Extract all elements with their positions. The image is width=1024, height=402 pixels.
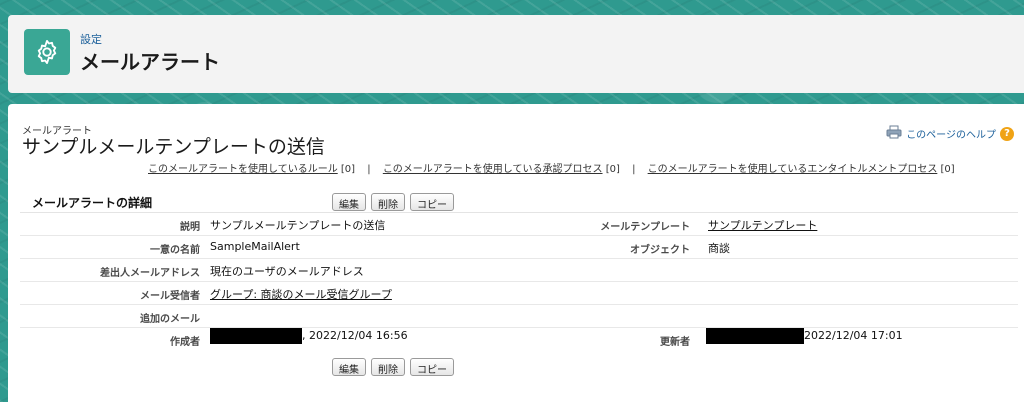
page-header: 設定 メールアラート <box>8 15 1024 93</box>
modified-by-value: 2022/12/04 17:01 <box>804 329 903 342</box>
copy-button[interactable]: コピー <box>410 193 454 211</box>
unique-name-value: SampleMailAlert <box>210 240 300 253</box>
description-label: 説明 <box>180 222 200 233</box>
detail-section: メールアラートの詳細 編集 削除 コピー 説明 サンプルメールテンプレートの送信… <box>20 184 1018 350</box>
related-link-rules-count: [0] <box>340 164 356 175</box>
detail-row: 差出人メールアドレス 現在のユーザのメールアドレス <box>20 259 1018 282</box>
detail-row: 一意の名前 SampleMailAlert オブジェクト 商談 <box>20 236 1018 259</box>
gear-icon <box>24 29 70 75</box>
recipients-label: メール受信者 <box>140 291 200 302</box>
top-button-bar: 編集 削除 コピー <box>332 193 454 211</box>
object-label: オブジェクト <box>630 245 690 256</box>
unique-name-label: 一意の名前 <box>150 245 200 256</box>
help-area: このページのヘルプ ? <box>886 124 1014 143</box>
header-subtitle[interactable]: 設定 <box>80 31 102 47</box>
from-address-value: 現在のユーザのメールアドレス <box>210 265 364 278</box>
from-address-label: 差出人メールアドレス <box>100 268 200 279</box>
copy-button[interactable]: コピー <box>410 358 454 376</box>
additional-emails-label: 追加のメール <box>140 314 200 325</box>
related-link-approvals[interactable]: このメールアラートを使用している承認プロセス <box>383 164 603 175</box>
main-content: メールアラート サンプルメールテンプレートの送信 このページのヘルプ ? このメ… <box>8 104 1024 402</box>
delete-button[interactable]: 削除 <box>371 358 405 376</box>
created-by-value: , 2022/12/04 16:56 <box>302 329 408 342</box>
modified-by-label: 更新者 <box>660 337 690 348</box>
template-label: メールテンプレート <box>600 222 690 233</box>
detail-title: メールアラートの詳細 <box>32 196 153 210</box>
created-by-value-wrap: , 2022/12/04 16:56 <box>210 328 408 344</box>
detail-row: 作成者 , 2022/12/04 16:56 更新者 2022/12/04 17… <box>20 328 1018 350</box>
link-separator: | <box>367 164 371 175</box>
edit-button[interactable]: 編集 <box>332 358 366 376</box>
related-link-approvals-count: [0] <box>605 164 620 175</box>
redacted-user-name <box>210 328 302 344</box>
template-link[interactable]: サンプルテンプレート <box>708 217 817 233</box>
related-links: このメールアラートを使用しているルール [0] | このメールアラートを使用して… <box>148 160 955 175</box>
related-link-rules[interactable]: このメールアラートを使用しているルール <box>148 164 338 175</box>
detail-row: メール受信者 グループ: 商談のメール受信グループ <box>20 282 1018 305</box>
created-by-label: 作成者 <box>170 337 200 348</box>
delete-button[interactable]: 削除 <box>371 193 405 211</box>
description-value: サンプルメールテンプレートの送信 <box>210 219 386 232</box>
header-title: メールアラート <box>80 50 220 74</box>
modified-by-value-wrap: 2022/12/04 17:01 <box>706 328 903 344</box>
edit-button[interactable]: 編集 <box>332 193 366 211</box>
detail-header: メールアラートの詳細 編集 削除 コピー <box>20 184 1018 213</box>
help-icon[interactable]: ? <box>1000 126 1014 141</box>
recipients-link[interactable]: グループ: 商談のメール受信グループ <box>210 286 392 302</box>
object-value: 商談 <box>708 242 730 255</box>
bottom-button-bar: 編集 削除 コピー <box>332 358 454 376</box>
help-link[interactable]: このページのヘルプ <box>906 126 996 141</box>
link-separator: | <box>632 164 636 175</box>
redacted-user-name <box>706 328 804 344</box>
page-title: サンプルメールテンプレートの送信 <box>22 136 325 158</box>
related-link-entitlements[interactable]: このメールアラートを使用しているエンタイトルメントプロセス <box>648 164 938 175</box>
related-link-entitlements-count: [0] <box>940 164 955 175</box>
detail-row: 説明 サンプルメールテンプレートの送信 メールテンプレート サンプルテンプレート <box>20 213 1018 236</box>
detail-row: 追加のメール <box>20 305 1018 328</box>
print-icon[interactable] <box>886 124 902 143</box>
